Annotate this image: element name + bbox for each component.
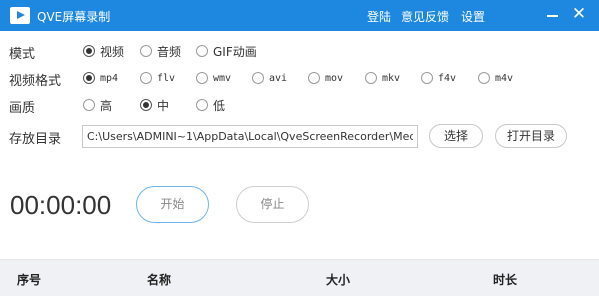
radio-icon[interactable]	[365, 72, 377, 84]
format-option-flv[interactable]: flv	[140, 70, 175, 86]
radio-icon[interactable]	[140, 45, 152, 57]
column-header-index[interactable]: 序号	[17, 271, 41, 288]
format-option-label: m4v	[495, 72, 514, 84]
radio-icon[interactable]	[83, 99, 95, 111]
mode-option-audio[interactable]: 音频	[140, 43, 181, 59]
stop-button[interactable]: 停止	[236, 186, 309, 223]
column-header-size[interactable]: 大小	[326, 271, 350, 288]
format-option-mkv[interactable]: mkv	[365, 70, 400, 86]
start-button[interactable]: 开始	[136, 186, 209, 223]
format-option-f4v[interactable]: f4v	[421, 70, 456, 86]
radio-icon[interactable]	[140, 72, 152, 84]
format-option-label: f4v	[438, 72, 457, 84]
mode-option-label: 音频	[157, 44, 182, 59]
close-icon[interactable]: ✕	[569, 4, 589, 24]
mode-label: 模式	[9, 47, 36, 62]
radio-selected-icon[interactable]	[83, 45, 95, 57]
menu-settings[interactable]: 设置	[461, 8, 485, 25]
radio-icon[interactable]	[196, 99, 208, 111]
format-option-avi[interactable]: avi	[252, 70, 287, 86]
mode-option-video[interactable]: 视频	[83, 43, 124, 59]
app-title: QVE屏幕录制	[37, 10, 111, 24]
radio-selected-icon[interactable]	[83, 72, 95, 84]
minimize-icon[interactable]	[543, 4, 563, 24]
menu-feedback[interactable]: 意见反馈	[401, 8, 449, 25]
format-option-wmv[interactable]: wmv	[196, 70, 231, 86]
app-logo-icon	[10, 7, 30, 24]
quality-option-label: 高	[100, 98, 113, 113]
format-option-mp4[interactable]: mp4	[83, 70, 118, 86]
format-option-label: mov	[325, 72, 344, 84]
browse-button[interactable]: 选择	[429, 124, 483, 148]
format-label: 视频格式	[9, 74, 62, 89]
radio-selected-icon[interactable]	[140, 99, 152, 111]
record-timer: 00:00:00	[10, 190, 112, 220]
radio-icon[interactable]	[196, 45, 208, 57]
radio-icon[interactable]	[308, 72, 320, 84]
quality-option-medium[interactable]: 中	[140, 97, 169, 113]
format-option-mov[interactable]: mov	[308, 70, 343, 86]
mode-option-label: 视频	[100, 44, 125, 59]
recordings-table-header: 序号 名称 大小 时长	[0, 260, 599, 296]
mode-option-label: GIF动画	[213, 44, 257, 59]
format-option-label: mp4	[100, 72, 119, 84]
quality-label: 画质	[9, 101, 36, 116]
output-path-field[interactable]	[82, 125, 418, 148]
quality-option-high[interactable]: 高	[83, 97, 112, 113]
column-header-duration[interactable]: 时长	[493, 271, 517, 288]
format-option-m4v[interactable]: m4v	[478, 70, 513, 86]
radio-icon[interactable]	[252, 72, 264, 84]
format-option-label: wmv	[213, 72, 232, 84]
quality-option-low[interactable]: 低	[196, 97, 225, 113]
title-bar: QVE屏幕录制 登陆 意见反馈 设置 ✕	[0, 0, 599, 31]
radio-icon[interactable]	[196, 72, 208, 84]
format-option-label: flv	[157, 72, 176, 84]
quality-option-label: 中	[157, 98, 170, 113]
quality-option-label: 低	[213, 98, 226, 113]
open-folder-button[interactable]: 打开目录	[495, 124, 567, 148]
radio-icon[interactable]	[421, 72, 433, 84]
mode-option-gif[interactable]: GIF动画	[196, 43, 257, 59]
radio-icon[interactable]	[478, 72, 490, 84]
menu-login[interactable]: 登陆	[367, 8, 391, 25]
format-option-label: mkv	[382, 72, 401, 84]
format-option-label: avi	[269, 72, 288, 84]
column-header-name[interactable]: 名称	[147, 271, 171, 288]
output-dir-label: 存放目录	[9, 132, 62, 147]
